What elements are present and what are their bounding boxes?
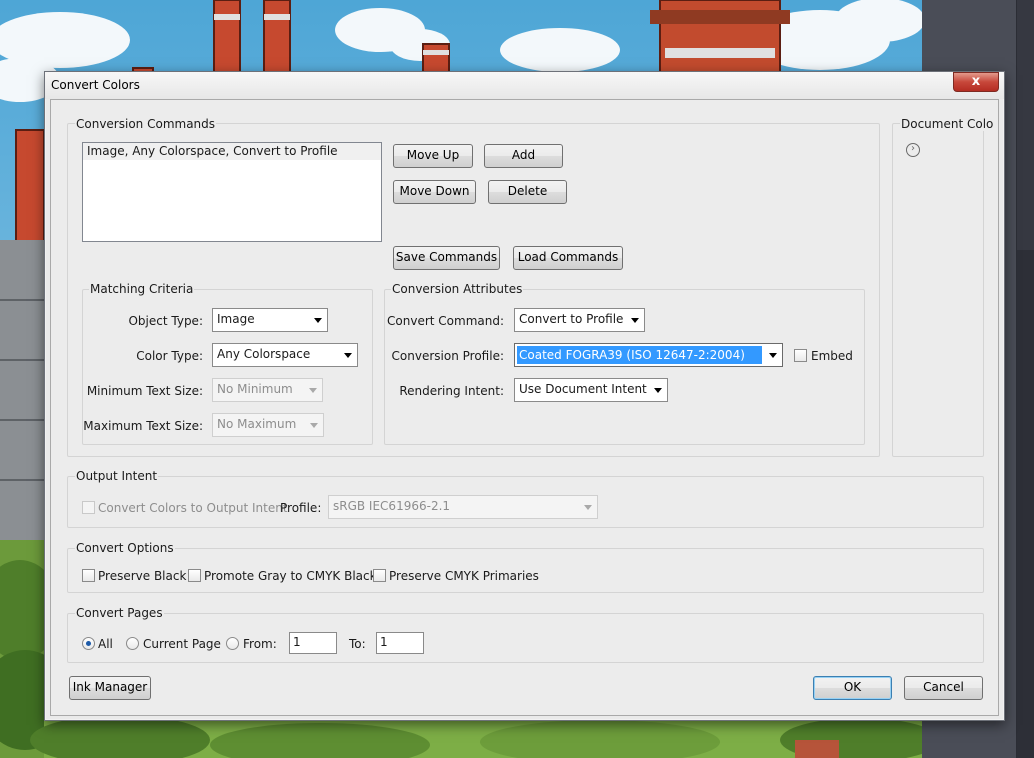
close-button[interactable]: x xyxy=(953,72,999,92)
commands-list[interactable]: Image, Any Colorspace, Convert to Profil… xyxy=(82,142,382,242)
current-page-label: Current Page xyxy=(143,637,221,651)
preserve-cmyk-checkbox[interactable] xyxy=(373,569,386,582)
max-text-size-value: No Maximum xyxy=(217,417,297,431)
move-up-button[interactable]: Move Up xyxy=(393,144,473,168)
chevron-down-icon xyxy=(305,414,323,436)
convert-colors-dialog: Convert Colors x Conversion Commands Ima… xyxy=(44,71,1005,721)
rendering-intent-label: Rendering Intent: xyxy=(399,384,504,398)
delete-button[interactable]: Delete xyxy=(488,180,567,204)
conversion-profile-value: Coated FOGRA39 (ISO 12647-2:2004) xyxy=(517,346,762,364)
object-type-value: Image xyxy=(217,312,255,326)
object-type-label: Object Type: xyxy=(128,314,203,328)
save-commands-button[interactable]: Save Commands xyxy=(393,246,500,270)
convert-to-output-intent-checkbox[interactable] xyxy=(82,501,95,514)
min-text-size-label: Minimum Text Size: xyxy=(86,384,203,398)
promote-gray-checkbox[interactable] xyxy=(188,569,201,582)
load-commands-button[interactable]: Load Commands xyxy=(513,246,623,270)
convert-pages-label: Convert Pages xyxy=(75,606,164,620)
dialog-titlebar[interactable]: Convert Colors x xyxy=(45,72,1004,99)
output-profile-label: Profile: xyxy=(280,501,322,515)
chevron-down-icon xyxy=(764,344,782,366)
to-label: To: xyxy=(349,637,366,651)
convert-to-output-intent-label: Convert Colors to Output Intent xyxy=(98,501,288,515)
chevron-down-icon xyxy=(579,496,597,518)
all-pages-label: All xyxy=(98,637,113,651)
move-down-button[interactable]: Move Down xyxy=(393,180,476,204)
output-profile-select[interactable]: sRGB IEC61966-2.1 xyxy=(328,495,598,519)
convert-command-value: Convert to Profile xyxy=(519,312,624,326)
color-type-label: Color Type: xyxy=(136,349,203,363)
object-type-select[interactable]: Image xyxy=(212,308,328,332)
convert-options-label: Convert Options xyxy=(75,541,175,555)
output-intent-label: Output Intent xyxy=(75,469,159,483)
app-scrollbar[interactable] xyxy=(1016,0,1034,758)
from-radio[interactable] xyxy=(226,637,239,650)
color-type-select[interactable]: Any Colorspace xyxy=(212,343,358,367)
conversion-profile-select[interactable]: Coated FOGRA39 (ISO 12647-2:2004) xyxy=(514,343,783,367)
min-text-size-value: No Minimum xyxy=(217,382,293,396)
embed-label: Embed xyxy=(811,349,853,363)
document-colors-group xyxy=(892,123,984,457)
to-page-input[interactable]: 1 xyxy=(376,632,424,654)
add-button[interactable]: Add xyxy=(484,144,563,168)
embed-checkbox[interactable] xyxy=(794,349,807,362)
chevron-down-icon xyxy=(309,309,327,331)
document-colors-label: Document Colo xyxy=(900,117,995,131)
preserve-black-label: Preserve Black xyxy=(98,569,187,583)
conversion-commands-label: Conversion Commands xyxy=(75,117,217,131)
dialog-body: Conversion Commands Image, Any Colorspac… xyxy=(50,99,999,716)
dialog-title: Convert Colors xyxy=(51,78,140,92)
close-icon: x xyxy=(971,74,981,89)
min-text-size-select[interactable]: No Minimum xyxy=(212,378,323,402)
conversion-profile-label: Conversion Profile: xyxy=(391,349,504,363)
max-text-size-select[interactable]: No Maximum xyxy=(212,413,324,437)
chevron-down-icon xyxy=(304,379,322,401)
rendering-intent-value: Use Document Intent xyxy=(519,382,647,396)
ink-manager-button[interactable]: Ink Manager xyxy=(69,676,151,700)
matching-criteria-label: Matching Criteria xyxy=(89,282,195,296)
rendering-intent-select[interactable]: Use Document Intent xyxy=(514,378,668,402)
chevron-down-icon xyxy=(339,344,357,366)
preserve-black-checkbox[interactable] xyxy=(82,569,95,582)
preserve-cmyk-label: Preserve CMYK Primaries xyxy=(389,569,539,583)
chevron-down-icon xyxy=(649,379,667,401)
cancel-button[interactable]: Cancel xyxy=(904,676,983,700)
ok-button[interactable]: OK xyxy=(813,676,892,700)
max-text-size-label: Maximum Text Size: xyxy=(83,419,203,433)
arrow-right-circle-icon[interactable]: › xyxy=(906,143,920,157)
all-pages-radio[interactable] xyxy=(82,637,95,650)
conversion-attributes-label: Conversion Attributes xyxy=(391,282,524,296)
list-item[interactable]: Image, Any Colorspace, Convert to Profil… xyxy=(83,143,381,160)
current-page-radio[interactable] xyxy=(126,637,139,650)
promote-gray-label: Promote Gray to CMYK Black xyxy=(204,569,377,583)
from-label: From: xyxy=(243,637,277,651)
output-profile-value: sRGB IEC61966-2.1 xyxy=(333,499,451,513)
from-page-input[interactable]: 1 xyxy=(289,632,337,654)
convert-command-select[interactable]: Convert to Profile xyxy=(514,308,645,332)
chevron-down-icon xyxy=(626,309,644,331)
color-type-value: Any Colorspace xyxy=(217,347,311,361)
convert-command-label: Convert Command: xyxy=(387,314,504,328)
